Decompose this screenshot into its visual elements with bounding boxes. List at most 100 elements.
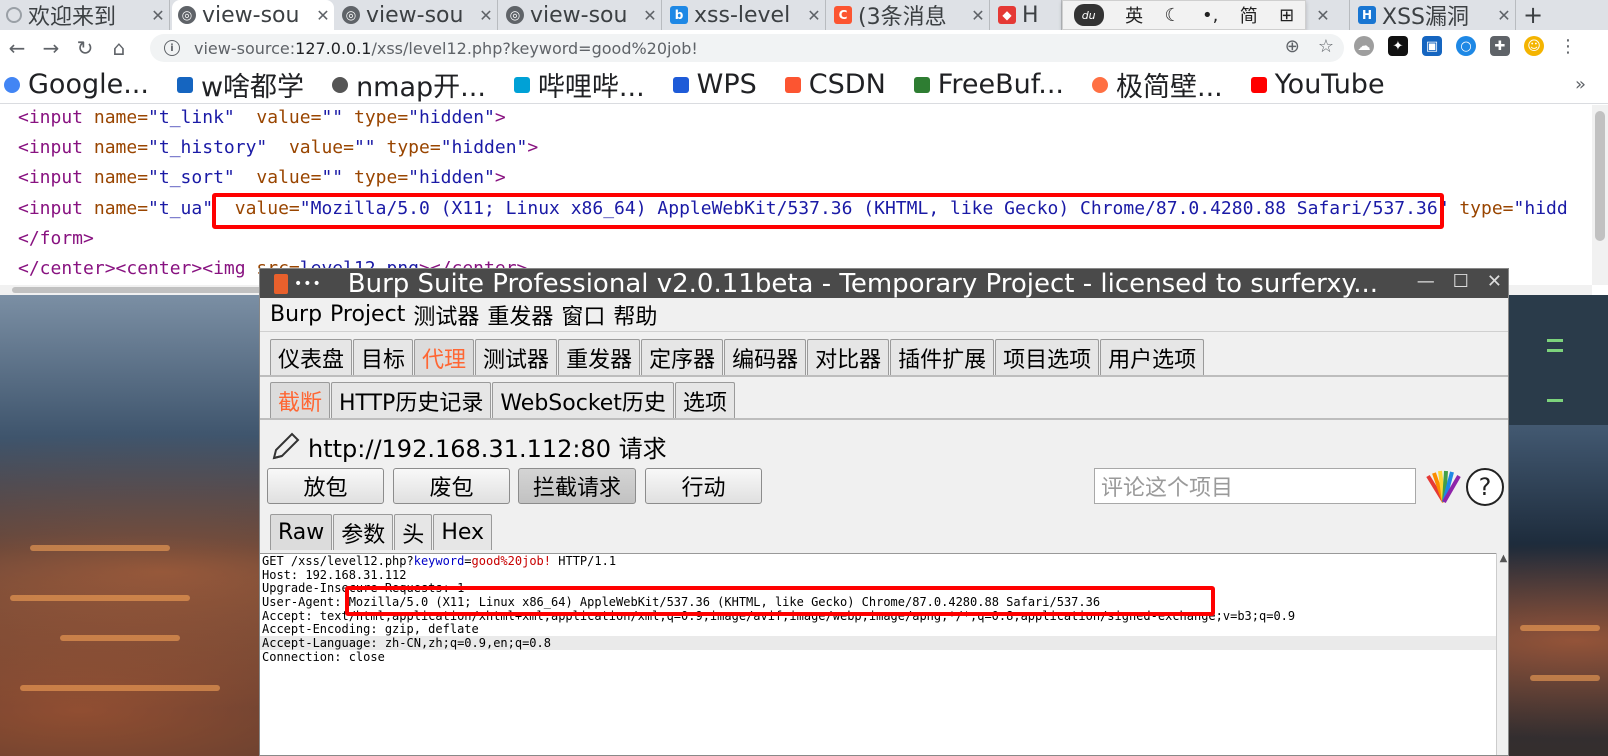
- tab-repeater[interactable]: 重发器: [558, 339, 641, 375]
- tab-decoder[interactable]: 编码器: [724, 339, 807, 375]
- menu-item[interactable]: Burp: [270, 302, 322, 327]
- source-line: <input name="t_sort" value="" type="hidd…: [18, 167, 506, 188]
- url-path: /xss/level12.php?keyword=good%20job!: [371, 38, 698, 58]
- scroll-up-icon[interactable]: ▲: [1497, 553, 1508, 564]
- comment-input[interactable]: 评论这个项目: [1094, 468, 1416, 504]
- grid-icon[interactable]: ⊞: [1279, 5, 1294, 26]
- action-button[interactable]: 行动: [645, 468, 762, 504]
- drop-button[interactable]: 废包: [393, 468, 510, 504]
- bing-icon: b: [670, 6, 688, 24]
- browser-tab-close-area[interactable]: ✕: [1306, 0, 1350, 30]
- puzzle-icon[interactable]: ✚: [1490, 36, 1510, 56]
- menu-item[interactable]: 帮助: [613, 299, 657, 331]
- minimize-icon[interactable]: —: [1417, 271, 1435, 292]
- browser-tab[interactable]: ◆ H: [992, 0, 1062, 30]
- close-icon[interactable]: ✕: [639, 6, 661, 25]
- bookmark-item[interactable]: Google...: [4, 69, 149, 100]
- menu-item[interactable]: 测试器: [413, 299, 479, 331]
- circle-extension-icon[interactable]: ○: [1456, 36, 1476, 56]
- wallpaper-streak: [60, 635, 180, 641]
- tab-comparer[interactable]: 对比器: [807, 339, 890, 375]
- extension-icon[interactable]: ▣: [1422, 36, 1442, 56]
- bookmark-item[interactable]: w啥都学: [176, 65, 304, 104]
- window-menu-icon[interactable]: •••: [294, 276, 322, 292]
- tab-intruder[interactable]: 测试器: [475, 339, 558, 375]
- browser-tab[interactable]: b xss-level ✕: [664, 0, 826, 30]
- close-icon[interactable]: ✕: [312, 6, 334, 25]
- scrollbar-thumb[interactable]: [1595, 111, 1605, 241]
- back-arrow-icon[interactable]: ←: [0, 33, 34, 63]
- proxy-sub-tabs: 截断 HTTP历史记录 WebSocket历史 选项: [270, 382, 736, 418]
- forward-arrow-icon[interactable]: →: [34, 33, 68, 63]
- browser-tab[interactable]: 欢迎来到 ✕: [0, 0, 170, 30]
- tab-headers[interactable]: 头: [394, 514, 433, 550]
- editor-scrollbar[interactable]: ▲: [1496, 553, 1508, 755]
- close-icon[interactable]: ✕: [803, 6, 825, 25]
- browser-tab[interactable]: H XSS漏洞 ✕: [1352, 0, 1516, 30]
- close-icon[interactable]: ✕: [1312, 6, 1334, 25]
- info-icon[interactable]: i: [164, 40, 180, 56]
- menu-item[interactable]: Project: [330, 302, 405, 327]
- close-icon[interactable]: ✕: [475, 6, 497, 25]
- bookmark-item[interactable]: 哔哩哔...: [513, 65, 645, 104]
- reload-icon[interactable]: ↻: [68, 33, 102, 63]
- tab-label: view-sou: [202, 2, 300, 28]
- bookmark-item[interactable]: FreeBuf...: [913, 69, 1064, 100]
- address-bar[interactable]: i view-source: 127.0.0.1 /xss/level12.ph…: [150, 34, 1344, 62]
- close-icon[interactable]: ✕: [147, 6, 169, 25]
- tab-options[interactable]: 选项: [674, 382, 735, 418]
- browser-tab[interactable]: ◎ view-sou ✕: [500, 0, 662, 30]
- bookmark-item[interactable]: WPS: [672, 69, 757, 100]
- bookmark-item[interactable]: 极简壁...: [1092, 65, 1223, 104]
- tampermonkey-icon[interactable]: ✦: [1388, 36, 1408, 56]
- tab-user-options[interactable]: 用户选项: [1100, 339, 1205, 375]
- moon-icon[interactable]: ☾: [1164, 5, 1180, 26]
- forward-button[interactable]: 放包: [267, 468, 384, 504]
- tab-project-options[interactable]: 项目选项: [995, 339, 1100, 375]
- browser-tab-active[interactable]: ◎ view-sou ✕: [172, 0, 334, 30]
- menu-kebab-icon[interactable]: ⋮: [1558, 36, 1578, 57]
- browser-tab[interactable]: C (3条消息 ✕: [828, 0, 990, 30]
- avatar[interactable]: ☺: [1524, 36, 1544, 56]
- bookmark-item[interactable]: YouTube: [1250, 69, 1385, 100]
- close-icon[interactable]: ✕: [1493, 6, 1515, 25]
- menu-item[interactable]: 窗口: [561, 299, 605, 331]
- vertical-scrollbar[interactable]: [1592, 105, 1608, 285]
- highlight-color-icon[interactable]: [1424, 468, 1464, 504]
- globe-icon: ◎: [506, 6, 524, 24]
- tab-extender[interactable]: 插件扩展: [890, 339, 995, 375]
- request-editor[interactable]: GET /xss/level12.php?keyword=good%20job!…: [260, 553, 1496, 755]
- bookmark-item[interactable]: nmap开...: [332, 65, 486, 104]
- menu-item[interactable]: 重发器: [487, 299, 553, 331]
- source-line: <input name="t_history" value="" type="h…: [18, 137, 539, 158]
- ime-language-toggle[interactable]: 英: [1125, 2, 1143, 28]
- tab-websocket-history[interactable]: WebSocket历史: [492, 382, 674, 418]
- close-icon[interactable]: ✕: [1487, 271, 1502, 292]
- close-icon[interactable]: ✕: [967, 6, 989, 25]
- bookmark-item[interactable]: CSDN: [784, 69, 886, 100]
- tab-http-history[interactable]: HTTP历史记录: [331, 382, 492, 418]
- home-icon[interactable]: ⌂: [102, 33, 136, 63]
- new-tab-button[interactable]: +: [1518, 0, 1548, 30]
- tab-dashboard[interactable]: 仪表盘: [270, 339, 353, 375]
- intercept-toggle-button[interactable]: 拦截请求: [518, 468, 636, 504]
- zoom-icon[interactable]: ⊕: [1285, 36, 1300, 57]
- browser-tab[interactable]: ◎ view-sou ✕: [336, 0, 498, 30]
- bookmark-star-icon[interactable]: ☆: [1318, 36, 1334, 57]
- tab-sequencer[interactable]: 定序器: [641, 339, 724, 375]
- help-icon[interactable]: ?: [1466, 468, 1504, 506]
- header-accept-encoding: Accept-Encoding: gzip, deflate: [262, 622, 479, 636]
- ime-simplified-toggle[interactable]: 简: [1240, 2, 1258, 28]
- cloud-extension-icon[interactable]: ☁: [1354, 36, 1374, 56]
- tab-hex[interactable]: Hex: [433, 514, 493, 550]
- tab-params[interactable]: 参数: [333, 514, 394, 550]
- punctuation-icon[interactable]: •,: [1202, 5, 1218, 26]
- tab-raw[interactable]: Raw: [270, 514, 333, 550]
- tab-target[interactable]: 目标: [353, 339, 414, 375]
- bookmark-label: nmap开...: [356, 72, 486, 103]
- tab-proxy[interactable]: 代理: [414, 339, 475, 375]
- maximize-icon[interactable]: ☐: [1453, 271, 1469, 292]
- tab-intercept[interactable]: 截断: [270, 382, 331, 418]
- bookmarks-overflow-button[interactable]: »: [1575, 74, 1586, 95]
- ime-logo-icon[interactable]: du: [1073, 4, 1104, 26]
